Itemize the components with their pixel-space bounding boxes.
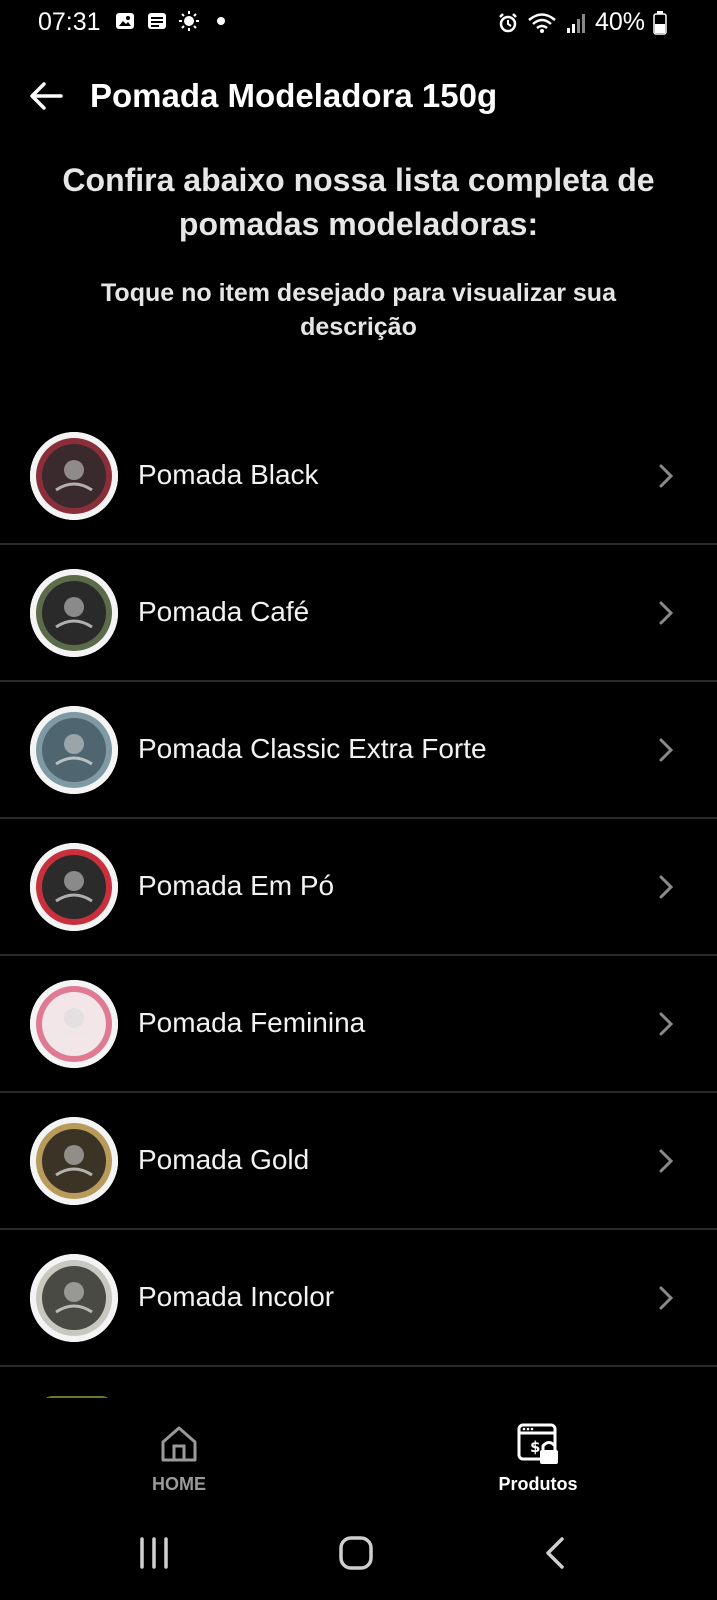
chevron-right-icon (659, 1286, 674, 1310)
svg-text:$: $ (530, 1438, 540, 1456)
dot-icon (217, 17, 225, 25)
list-item-pomada-feminina[interactable]: Pomada Feminina (0, 956, 717, 1093)
chevron-right-icon (659, 738, 674, 762)
back-button[interactable] (24, 74, 68, 118)
chevron-right-icon (659, 875, 674, 899)
news-icon (148, 13, 166, 29)
list-item-pomada-classic-extra-forte[interactable]: Pomada Classic Extra Forte (0, 682, 717, 819)
chevron-right-icon (659, 464, 674, 488)
product-thumbnail (30, 980, 118, 1068)
chevron-right-icon (659, 601, 674, 625)
recents-icon (140, 1537, 168, 1569)
list-item-label: Pomada Gold (138, 1144, 310, 1175)
list-item-pomada-cafe[interactable]: Pomada Café (0, 545, 717, 682)
wifi-icon (528, 12, 556, 33)
status-time: 07:31 (38, 8, 101, 36)
intro-subtitle: Toque no item desejado para visualizar s… (101, 279, 616, 341)
alarm-icon (499, 12, 517, 32)
page-title: Pomada Modeladora 150g (90, 77, 498, 114)
status-right-icons: 40% (497, 8, 667, 37)
recents-button[interactable] (124, 1528, 184, 1578)
list-item-label: Pomada Em Pó (138, 870, 335, 901)
product-thumbnail (30, 843, 118, 931)
list-item-label: Pomada Black (138, 459, 319, 490)
product-thumbnail (30, 706, 118, 794)
chevron-right-icon (659, 1149, 674, 1173)
list-item-label: Pomada Café (138, 596, 310, 627)
chevron-right-icon (659, 1012, 674, 1036)
product-thumbnail (30, 432, 118, 520)
list-item-pomada-incolor[interactable]: Pomada Incolor (0, 1230, 717, 1367)
battery-icon (653, 10, 667, 35)
gallery-icon (116, 13, 134, 29)
product-thumbnail (30, 1117, 118, 1205)
store-lock-icon: $ (517, 1423, 558, 1464)
system-home-icon (339, 1536, 373, 1570)
list-item-label: Pomada Feminina (138, 1007, 366, 1038)
nav-home-label: HOME (152, 1474, 206, 1494)
list-item-pomada-em-po[interactable]: Pomada Em Pó (0, 819, 717, 956)
bottom-nav: HOME $ Produtos (0, 1398, 717, 1508)
list-item-label: Pomada Classic Extra Forte (138, 733, 487, 764)
app-bar: Pomada Modeladora 150g (0, 60, 717, 132)
system-home-button[interactable] (326, 1528, 386, 1578)
product-thumbnail (30, 569, 118, 657)
system-back-icon (546, 1537, 564, 1569)
list-item-label: Pomada Incolor (138, 1281, 335, 1312)
list-item-pomada-black[interactable]: Pomada Black (0, 408, 717, 545)
nav-products-label: Produtos (498, 1474, 578, 1494)
intro-heading: Confira abaixo nossa lista completa de p… (62, 162, 655, 242)
home-icon (161, 1426, 197, 1462)
battery-percent: 40% (594, 8, 645, 36)
product-list: Pomada Black Pomada Café Pomada Classic … (0, 408, 717, 1367)
system-back-button[interactable] (526, 1528, 586, 1578)
nav-products[interactable]: $ Produtos (438, 1398, 638, 1508)
brightness-icon (179, 11, 199, 31)
status-left-icons (114, 10, 232, 32)
arrow-left-icon (30, 82, 63, 110)
signal-icon (566, 13, 585, 33)
list-item-pomada-gold[interactable]: Pomada Gold (0, 1093, 717, 1230)
nav-home[interactable]: HOME (79, 1398, 279, 1508)
system-nav-bar (0, 1510, 717, 1600)
status-bar: 07:31 40% (0, 0, 717, 44)
product-thumbnail (30, 1254, 118, 1342)
